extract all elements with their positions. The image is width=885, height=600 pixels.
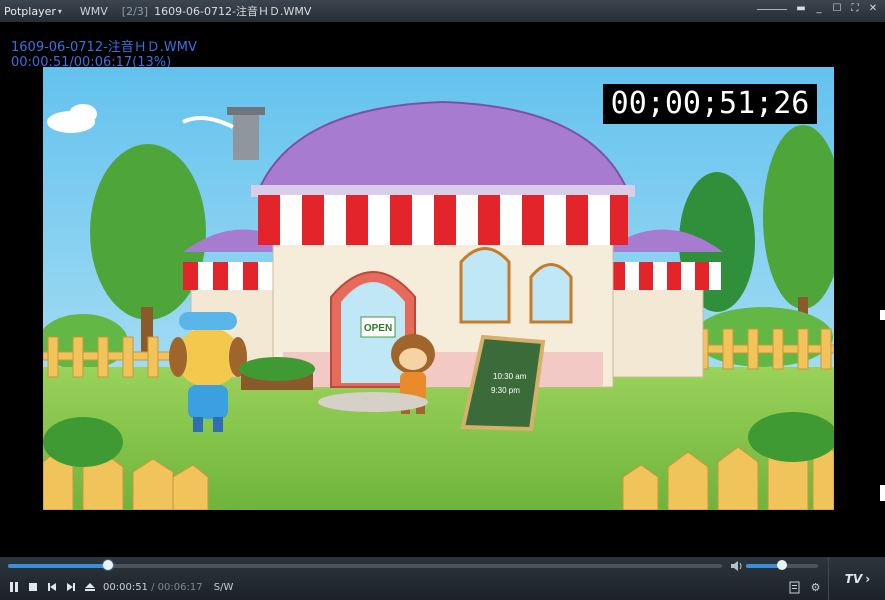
main-awning	[258, 195, 628, 245]
video-frame[interactable]: OPEN 10:30 am 9:30 pm	[43, 67, 834, 510]
pause-icon[interactable]	[8, 581, 20, 593]
osd-filename: 1609-06-0712-注音ＨＤ.WMV	[11, 40, 197, 55]
volume-handle[interactable]	[777, 560, 787, 570]
decoder-mode[interactable]: S/W	[214, 582, 234, 593]
window-controls: ▬ _ ☐ ⛶ ✕	[757, 3, 879, 15]
board-hours-close: 9:30 pm	[491, 386, 520, 395]
gear-icon[interactable]: ⚙	[809, 581, 822, 594]
stop-icon[interactable]	[27, 581, 39, 593]
tv-label: TV	[844, 571, 863, 586]
resize-edge-marker	[880, 485, 885, 501]
speaker-icon[interactable]	[730, 560, 744, 572]
tv-button[interactable]: TV ›	[828, 557, 885, 600]
playlist-position: [2/3]	[121, 4, 149, 18]
seek-bar-fill	[8, 564, 108, 568]
always-on-top-icon[interactable]: ▬	[795, 3, 807, 15]
tree-left	[90, 144, 206, 320]
resize-edge-marker	[880, 310, 885, 320]
time-display: 00:00:51 / 00:06:17 S/W	[103, 582, 233, 593]
format-label[interactable]: WMV	[80, 5, 108, 18]
chevron-down-icon: ▾	[57, 6, 62, 16]
chevron-right-icon: ›	[865, 571, 871, 586]
seek-bar[interactable]	[8, 560, 722, 570]
side-awning-right	[611, 262, 721, 290]
app-name: Potplayer	[4, 4, 56, 18]
playlist-icon[interactable]	[788, 581, 801, 594]
volume-slider[interactable]	[746, 560, 818, 570]
current-time: 00:00:51	[103, 582, 148, 593]
control-bar: TV › 00:00:51 / 00:06:17 S/W ⚙	[0, 557, 885, 600]
window-title: 1609-06-0712-注音ＨＤ.WMV	[154, 5, 312, 18]
time-separator: /	[151, 582, 155, 593]
playback-buttons	[8, 581, 96, 593]
app-menu-button[interactable]: Potplayer ▾	[0, 5, 66, 18]
timecode-overlay: 00;00;51;26	[603, 84, 817, 124]
total-duration: 00:06:17	[157, 582, 203, 593]
title-bar: Potplayer ▾ WMV [2/3] 1609-06-0712-注音ＨＤ.…	[0, 0, 885, 22]
maximize-icon[interactable]: ☐	[831, 3, 843, 15]
seek-handle[interactable]	[102, 560, 113, 570]
right-buttons: ⚙	[788, 581, 822, 594]
next-icon[interactable]	[65, 581, 77, 593]
cartoon-scene: OPEN 10:30 am 9:30 pm	[43, 67, 834, 510]
open-sign-text: OPEN	[364, 323, 392, 334]
previous-icon[interactable]	[46, 581, 58, 593]
minimize-icon[interactable]: _	[813, 3, 825, 15]
board-hours-open: 10:30 am	[493, 372, 527, 381]
title-divider	[757, 8, 787, 10]
fullscreen-icon[interactable]: ⛶	[849, 3, 861, 15]
chimney	[233, 112, 259, 160]
eject-icon[interactable]	[84, 581, 96, 593]
close-icon[interactable]: ✕	[867, 3, 879, 15]
